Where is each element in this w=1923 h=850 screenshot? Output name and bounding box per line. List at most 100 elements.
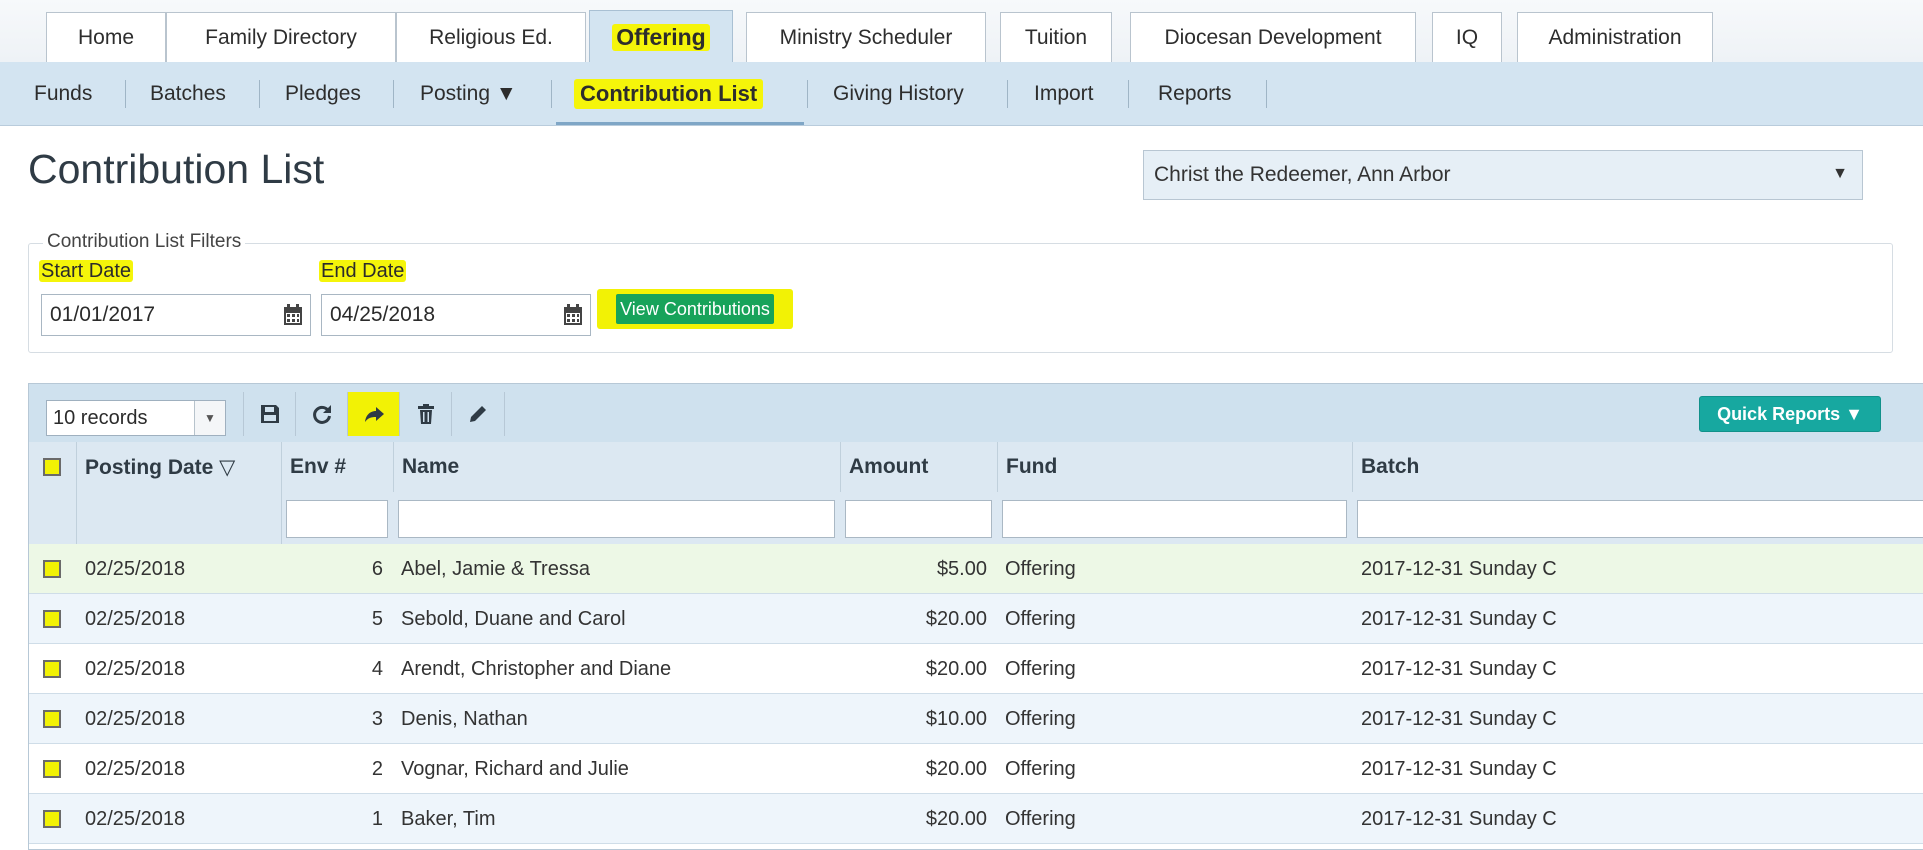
column-header-posting-date[interactable]: Posting Date ▽ (76, 442, 281, 492)
calendar-icon[interactable] (562, 303, 584, 327)
quick-reports-label: Quick Reports ▼ (1717, 403, 1863, 424)
delete-button[interactable] (399, 392, 452, 436)
end-date-value: 04/25/2018 (330, 303, 436, 326)
refresh-icon (313, 405, 331, 424)
tab-administration[interactable]: Administration (1517, 12, 1713, 62)
table-row[interactable]: 02/25/2018 6 Abel, Jamie & Tressa $5.00 … (29, 544, 1923, 594)
active-subnav-indicator (556, 122, 804, 125)
end-date-label: End Date (319, 260, 407, 283)
separator (1128, 80, 1129, 108)
subnav-contribution-list[interactable]: Contribution List (574, 62, 764, 125)
column-header-label: Batch (1361, 455, 1420, 478)
table-row[interactable]: 02/25/2018 5 Sebold, Duane and Carol $20… (29, 594, 1923, 644)
row-checkbox[interactable] (43, 710, 61, 728)
edit-button[interactable] (451, 392, 505, 436)
posting-date-cell: 02/25/2018 (85, 657, 186, 680)
name-cell: Abel, Jamie & Tressa (401, 557, 590, 580)
start-date-input[interactable]: 01/01/2017 (41, 294, 311, 336)
env-cell: 3 (371, 707, 383, 730)
select-all-checkbox[interactable] (43, 458, 61, 476)
amount-cell: $10.00 (925, 707, 987, 730)
separator (1007, 80, 1008, 108)
tab-label: Religious Ed. (429, 25, 553, 49)
divider (76, 492, 77, 544)
subnav-pledges[interactable]: Pledges (285, 62, 361, 125)
separator (551, 80, 552, 108)
tab-ministry-scheduler[interactable]: Ministry Scheduler (746, 12, 986, 62)
end-date-input[interactable]: 04/25/2018 (321, 294, 591, 336)
name-cell: Denis, Nathan (401, 707, 528, 730)
subnav-giving-history[interactable]: Giving History (833, 62, 964, 125)
separator (807, 80, 808, 108)
column-header-amount[interactable]: Amount (840, 442, 997, 492)
column-header-fund[interactable]: Fund (997, 442, 1352, 492)
quick-reports-button[interactable]: Quick Reports ▼ (1699, 396, 1881, 432)
amount-cell: $20.00 (925, 757, 987, 780)
posting-date-cell: 02/25/2018 (85, 557, 186, 580)
subnav-import[interactable]: Import (1034, 62, 1094, 125)
fund-cell: Offering (1005, 557, 1076, 580)
env-filter-input[interactable] (286, 500, 388, 538)
tab-label: Home (77, 25, 135, 49)
column-header-batch[interactable]: Batch (1352, 442, 1923, 492)
parish-select[interactable]: Christ the Redeemer, Ann Arbor ▼ (1143, 150, 1863, 200)
fund-cell: Offering (1005, 757, 1076, 780)
batch-cell: 2017-12-31 Sunday C (1361, 557, 1557, 580)
separator (259, 80, 260, 108)
tab-label: Administration (1548, 25, 1682, 49)
amount-cell: $5.00 (936, 557, 987, 580)
tab-label: IQ (1455, 25, 1479, 49)
calendar-icon[interactable] (282, 303, 304, 327)
page-title: Contribution List (28, 146, 325, 192)
fund-cell: Offering (1005, 607, 1076, 630)
env-cell: 1 (371, 807, 383, 830)
tab-diocesan-development[interactable]: Diocesan Development (1130, 12, 1416, 62)
records-per-page-select[interactable]: 10 records ▼ (46, 400, 226, 436)
tab-label: Family Directory (205, 25, 357, 49)
save-button[interactable] (243, 392, 296, 436)
subnav-funds[interactable]: Funds (34, 62, 92, 125)
amount-filter-input[interactable] (845, 500, 992, 538)
contributions-grid: 10 records ▼ Quick Reports ▼ Posting Dat… (28, 383, 1923, 850)
subnav-posting-dropdown[interactable]: Posting ▼ (420, 62, 517, 125)
table-row[interactable]: 02/25/2018 3 Denis, Nathan $10.00 Offeri… (29, 694, 1923, 744)
row-checkbox[interactable] (43, 760, 61, 778)
column-header-label: Env # (290, 455, 347, 478)
table-row[interactable]: 02/25/2018 1 Baker, Tim $20.00 Offering … (29, 794, 1923, 844)
grid-header-row: Posting Date ▽ Env # Name Amount Fund Ba… (29, 442, 1923, 493)
refresh-button[interactable] (295, 392, 348, 436)
tab-family-directory[interactable]: Family Directory (166, 12, 396, 62)
column-header-label: Posting Date ▽ (85, 455, 236, 479)
tab-iq[interactable]: IQ (1432, 12, 1502, 62)
subnav-label: Funds (34, 81, 93, 105)
view-contributions-button[interactable]: View Contributions (597, 289, 793, 329)
tab-home[interactable]: Home (46, 12, 166, 62)
batch-cell: 2017-12-31 Sunday C (1361, 757, 1557, 780)
batch-filter-input[interactable] (1357, 500, 1923, 538)
subnav-reports[interactable]: Reports (1158, 62, 1232, 125)
tab-tuition[interactable]: Tuition (1000, 12, 1112, 62)
fund-filter-input[interactable] (1002, 500, 1347, 538)
name-filter-input[interactable] (398, 500, 835, 538)
save-icon (261, 405, 279, 423)
sub-navigation: Funds Batches Pledges Posting ▼ Contribu… (0, 62, 1923, 126)
row-checkbox[interactable] (43, 560, 61, 578)
column-header-name[interactable]: Name (393, 442, 840, 492)
name-cell: Arendt, Christopher and Diane (401, 657, 672, 680)
posting-date-cell: 02/25/2018 (85, 707, 186, 730)
subnav-batches[interactable]: Batches (150, 62, 226, 125)
env-cell: 5 (371, 607, 383, 630)
name-cell: Baker, Tim (401, 807, 496, 830)
row-checkbox[interactable] (43, 610, 61, 628)
column-header-env[interactable]: Env # (281, 442, 393, 492)
tab-label: Offering (612, 23, 710, 51)
tab-offering[interactable]: Offering (589, 10, 733, 63)
row-checkbox[interactable] (43, 810, 61, 828)
row-checkbox[interactable] (43, 660, 61, 678)
column-header-label: Amount (849, 455, 929, 478)
tab-religious-ed[interactable]: Religious Ed. (396, 12, 586, 62)
table-row[interactable]: 02/25/2018 4 Arendt, Christopher and Dia… (29, 644, 1923, 694)
forward-arrow-icon (365, 407, 384, 422)
table-row[interactable]: 02/25/2018 2 Vognar, Richard and Julie $… (29, 744, 1923, 794)
forward-button[interactable] (347, 392, 400, 436)
